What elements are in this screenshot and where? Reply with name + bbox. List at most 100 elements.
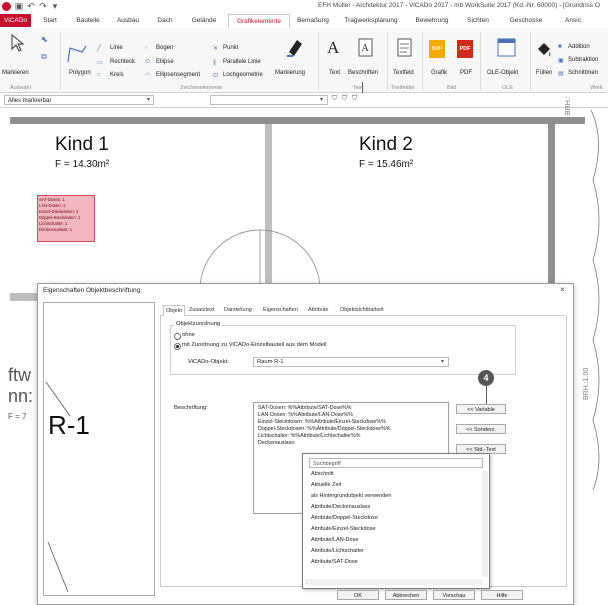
markierung-label[interactable]: Markierung bbox=[275, 70, 305, 76]
tab-objektsichtbarkeit[interactable]: Objektsichtbarkeit bbox=[338, 305, 386, 315]
tab-ausbau[interactable]: Ausbau bbox=[110, 14, 146, 27]
tab-bauteile[interactable]: Bauteile bbox=[69, 14, 107, 27]
search-input[interactable]: Suchbegriff bbox=[309, 458, 483, 468]
vorschau-button[interactable]: Vorschau bbox=[433, 590, 475, 600]
list-item[interactable]: Attribute/Einzel-Steckdose bbox=[311, 526, 376, 532]
fuellen-icon[interactable] bbox=[536, 40, 552, 58]
subtraktion-icon[interactable]: ▣ bbox=[558, 57, 564, 64]
dropdown-hscrollbar[interactable] bbox=[305, 579, 483, 585]
undo-icon[interactable]: ↶ bbox=[26, 1, 36, 11]
list-item[interactable]: Attribute/LAN-Dose bbox=[311, 537, 358, 543]
select-arrow-icon[interactable]: ⬉ bbox=[41, 35, 48, 44]
kreis-label[interactable]: Kreis bbox=[110, 72, 124, 78]
close-icon[interactable]: × bbox=[560, 285, 565, 294]
rechteck-icon[interactable]: ▭ bbox=[97, 59, 103, 66]
list-item[interactable]: Attribute/Doppel-Steckdose bbox=[311, 515, 378, 521]
redo-icon[interactable]: ↷ bbox=[38, 1, 48, 11]
polygon-icon[interactable] bbox=[66, 44, 88, 64]
tab-ansichten[interactable]: Ansic bbox=[553, 14, 593, 27]
beschriften-icon[interactable]: A bbox=[358, 38, 374, 58]
pdf-icon[interactable]: PDF bbox=[457, 40, 473, 58]
punkt-label[interactable]: Punkt bbox=[223, 45, 238, 51]
list-item[interactable]: Aktuelle Zeit bbox=[311, 482, 341, 488]
linie-label[interactable]: Linie bbox=[110, 45, 123, 51]
selection-filter-combo[interactable]: Alles markierbar bbox=[4, 95, 154, 105]
addition-label[interactable]: Addition bbox=[568, 44, 590, 50]
save-icon[interactable]: ▣ bbox=[14, 1, 24, 11]
schnittmenge-label[interactable]: Schnittmen bbox=[568, 70, 598, 76]
bmp-icon[interactable]: BMP bbox=[429, 40, 445, 58]
lochgeometrie-label[interactable]: Lochgeometrie bbox=[223, 72, 263, 78]
tab-grafikelemente[interactable]: Grafikelemente bbox=[228, 14, 290, 29]
ellipsensegment-label[interactable]: Ellipsensegment bbox=[156, 72, 200, 78]
tab-eigenschaften[interactable]: Eigenschaften bbox=[261, 305, 300, 315]
radio-ohne[interactable] bbox=[174, 333, 181, 340]
textfeld-icon[interactable] bbox=[397, 38, 413, 58]
list-item[interactable]: Attribute/SAT-Dose bbox=[311, 559, 358, 565]
addition-icon[interactable]: ■ bbox=[558, 44, 562, 50]
beschriften-label[interactable]: Beschriften bbox=[348, 70, 378, 76]
tab-dach[interactable]: Dach bbox=[150, 14, 180, 27]
dropdown-scrollbar[interactable] bbox=[482, 471, 488, 577]
markieren-label[interactable]: Markieren bbox=[2, 70, 29, 76]
tab-geschosse[interactable]: Geschosse bbox=[503, 14, 549, 27]
app-logo-icon[interactable] bbox=[2, 2, 11, 11]
radio-mit-zuordnung-label[interactable]: mit Zuordnung zu ViCADo-Einzelbauteil au… bbox=[182, 342, 327, 348]
subtraktion-label[interactable]: Subtraktion bbox=[568, 57, 598, 63]
markierung-icon[interactable] bbox=[285, 36, 305, 58]
grafik-label[interactable]: Grafik bbox=[431, 70, 447, 76]
list-item[interactable]: als Hintergrundobjekt verwenden bbox=[311, 493, 391, 499]
text-tool-icon[interactable]: A bbox=[327, 38, 339, 58]
chevron-down-icon[interactable]: ▾ bbox=[147, 96, 150, 103]
quick-access-menu-icon[interactable]: ▾ bbox=[50, 1, 60, 11]
hilfe-button[interactable]: Hilfe bbox=[481, 590, 523, 600]
linie-icon[interactable]: ╱ bbox=[97, 45, 101, 52]
ole-objekt-icon[interactable] bbox=[497, 38, 517, 58]
tab-vicado[interactable]: ViCADo bbox=[0, 14, 31, 27]
schnittmenge-icon[interactable]: ▤ bbox=[558, 70, 564, 77]
parallele-linie-label[interactable]: Parallele Linie bbox=[223, 59, 261, 65]
layer-combo[interactable] bbox=[210, 95, 328, 105]
abbrechen-button[interactable]: Abbrechen bbox=[385, 590, 427, 600]
chevron-down-icon[interactable]: ▾ bbox=[441, 358, 444, 365]
list-item[interactable]: Attribute/Lichtschalter bbox=[311, 548, 364, 554]
lochgeometrie-icon[interactable]: ⊡ bbox=[213, 72, 218, 79]
tab-bewehrung[interactable]: Bewehrung bbox=[408, 14, 456, 27]
ellipse-label[interactable]: Ellipse bbox=[156, 59, 174, 65]
tab-sichten[interactable]: Sichten bbox=[460, 14, 496, 27]
tab-attribute[interactable]: Attribute bbox=[306, 305, 330, 315]
list-item[interactable]: Abschnitt bbox=[311, 471, 334, 477]
tab-tragwerksplanung[interactable]: Tragwerksplanung bbox=[338, 14, 404, 27]
radio-mit-zuordnung[interactable] bbox=[174, 343, 181, 350]
bogen-icon[interactable]: ◜ bbox=[145, 45, 147, 52]
bogen-label[interactable]: Bogen bbox=[156, 45, 173, 51]
variable-button[interactable]: << Variable bbox=[456, 404, 506, 414]
select-window-icon[interactable]: ⧉ bbox=[41, 52, 47, 62]
ok-button[interactable]: OK bbox=[337, 590, 379, 600]
cursor-icon[interactable] bbox=[9, 34, 25, 52]
list-item[interactable]: Attribute/Deckenauslass bbox=[311, 504, 370, 510]
filter-remove-icon[interactable]: ⛉ bbox=[352, 95, 357, 103]
radio-ohne-label[interactable]: ohne bbox=[182, 332, 195, 338]
vicado-objekt-value[interactable]: Raum R-1 bbox=[257, 359, 283, 365]
parallele-linie-icon[interactable]: ∥ bbox=[213, 59, 216, 66]
punkt-icon[interactable]: ✕ bbox=[213, 45, 218, 52]
pdf-label[interactable]: PDF bbox=[460, 70, 472, 76]
tab-darstellung[interactable]: Darstellung bbox=[222, 305, 254, 315]
ellipse-icon[interactable]: ⬭ bbox=[145, 59, 150, 66]
polygon-label[interactable]: Polygon bbox=[69, 70, 91, 76]
rechteck-label[interactable]: Rechteck bbox=[110, 59, 135, 65]
textfeld-label[interactable]: Textfeld bbox=[393, 70, 414, 76]
tab-bemassung[interactable]: Bemaßung bbox=[292, 14, 334, 27]
ellipsensegment-icon[interactable]: ◠ bbox=[145, 72, 150, 79]
tab-start[interactable]: Start bbox=[33, 14, 67, 27]
kreis-icon[interactable]: ○ bbox=[97, 72, 101, 78]
chevron-down-icon[interactable]: ▾ bbox=[320, 96, 323, 103]
filter-icon[interactable]: ⛉ bbox=[332, 95, 337, 103]
ole-objekt-label[interactable]: OLE-Objekt bbox=[487, 70, 518, 76]
sonderzeichen-button[interactable]: << Sonderz. bbox=[456, 424, 506, 434]
fuellen-label[interactable]: Füllen bbox=[536, 70, 552, 76]
filter-add-icon[interactable]: ⛉ bbox=[342, 95, 347, 103]
tab-zusatztext[interactable]: Zusatztext bbox=[187, 305, 216, 315]
tab-gelaende[interactable]: Gelände bbox=[185, 14, 223, 27]
